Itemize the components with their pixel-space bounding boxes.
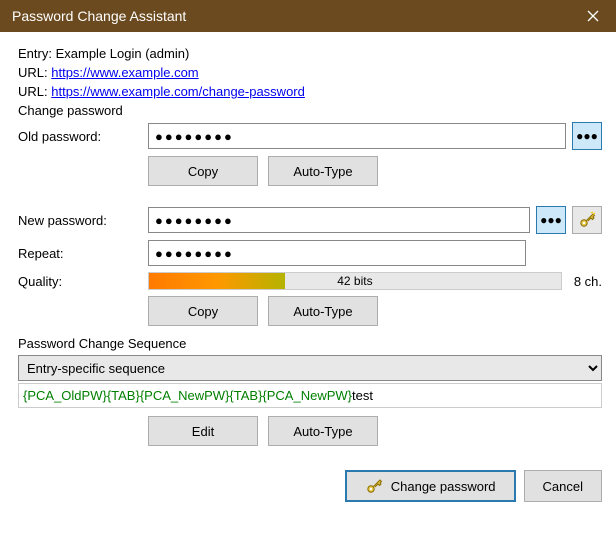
close-icon: [587, 10, 599, 22]
sequence-buttons: Edit Auto-Type: [148, 416, 602, 446]
old-password-reveal-button[interactable]: ●●●: [572, 122, 602, 150]
url-line-2: URL: https://www.example.com/change-pass…: [18, 84, 602, 99]
new-password-buttons: Copy Auto-Type: [148, 296, 602, 326]
change-password-button[interactable]: Change password: [345, 470, 516, 502]
cancel-button[interactable]: Cancel: [524, 470, 602, 502]
url-link-1[interactable]: https://www.example.com: [51, 65, 198, 80]
sequence-text-placeholders: {PCA_OldPW}{TAB}{PCA_NewPW}{TAB}{PCA_New…: [23, 388, 352, 403]
new-password-row: New password: ●●●: [18, 206, 602, 234]
dialog-content: Entry: Example Login (admin) URL: https:…: [0, 32, 616, 514]
titlebar: Password Change Assistant: [0, 0, 616, 32]
dots-icon: ●●●: [540, 213, 562, 227]
entry-label: Entry:: [18, 46, 52, 61]
repeat-label: Repeat:: [18, 246, 148, 261]
quality-fill: [149, 273, 285, 289]
old-autotype-button[interactable]: Auto-Type: [268, 156, 378, 186]
dots-icon: ●●●: [576, 129, 598, 143]
sequence-autotype-button[interactable]: Auto-Type: [268, 416, 378, 446]
window-title: Password Change Assistant: [12, 8, 570, 24]
entry-line: Entry: Example Login (admin): [18, 46, 602, 61]
quality-label: Quality:: [18, 274, 148, 289]
key-icon: [578, 211, 596, 229]
entry-name: Example Login (admin): [56, 46, 190, 61]
new-password-label: New password:: [18, 213, 148, 228]
sequence-select[interactable]: Entry-specific sequence: [18, 355, 602, 381]
quality-meter: 42 bits: [148, 272, 562, 290]
key-icon: [365, 477, 383, 495]
new-autotype-button[interactable]: Auto-Type: [268, 296, 378, 326]
new-copy-button[interactable]: Copy: [148, 296, 258, 326]
url-line-1: URL: https://www.example.com: [18, 65, 602, 80]
generate-password-button[interactable]: [572, 206, 602, 234]
repeat-row: Repeat:: [18, 240, 602, 266]
close-button[interactable]: [570, 0, 616, 32]
new-password-input[interactable]: [148, 207, 530, 233]
quality-text: 42 bits: [337, 274, 372, 288]
old-password-row: Old password: ●●●: [18, 122, 602, 150]
sequence-text-literal: test: [352, 388, 373, 403]
quality-row: Quality: 42 bits 8 ch.: [18, 272, 602, 290]
url-link-2[interactable]: https://www.example.com/change-password: [51, 84, 305, 99]
old-copy-button[interactable]: Copy: [148, 156, 258, 186]
sequence-display: {PCA_OldPW}{TAB}{PCA_NewPW}{TAB}{PCA_New…: [18, 383, 602, 408]
char-count: 8 ch.: [574, 274, 602, 289]
url-label-2: URL:: [18, 84, 48, 99]
change-password-heading: Change password: [18, 103, 602, 118]
old-password-label: Old password:: [18, 129, 148, 144]
footer-buttons: Change password Cancel: [18, 470, 602, 502]
url-label-1: URL:: [18, 65, 48, 80]
sequence-heading: Password Change Sequence: [18, 336, 602, 351]
old-password-input[interactable]: [148, 123, 566, 149]
repeat-password-input[interactable]: [148, 240, 526, 266]
change-password-label: Change password: [391, 479, 496, 494]
sequence-edit-button[interactable]: Edit: [148, 416, 258, 446]
new-password-reveal-button[interactable]: ●●●: [536, 206, 566, 234]
old-password-buttons: Copy Auto-Type: [148, 156, 602, 186]
